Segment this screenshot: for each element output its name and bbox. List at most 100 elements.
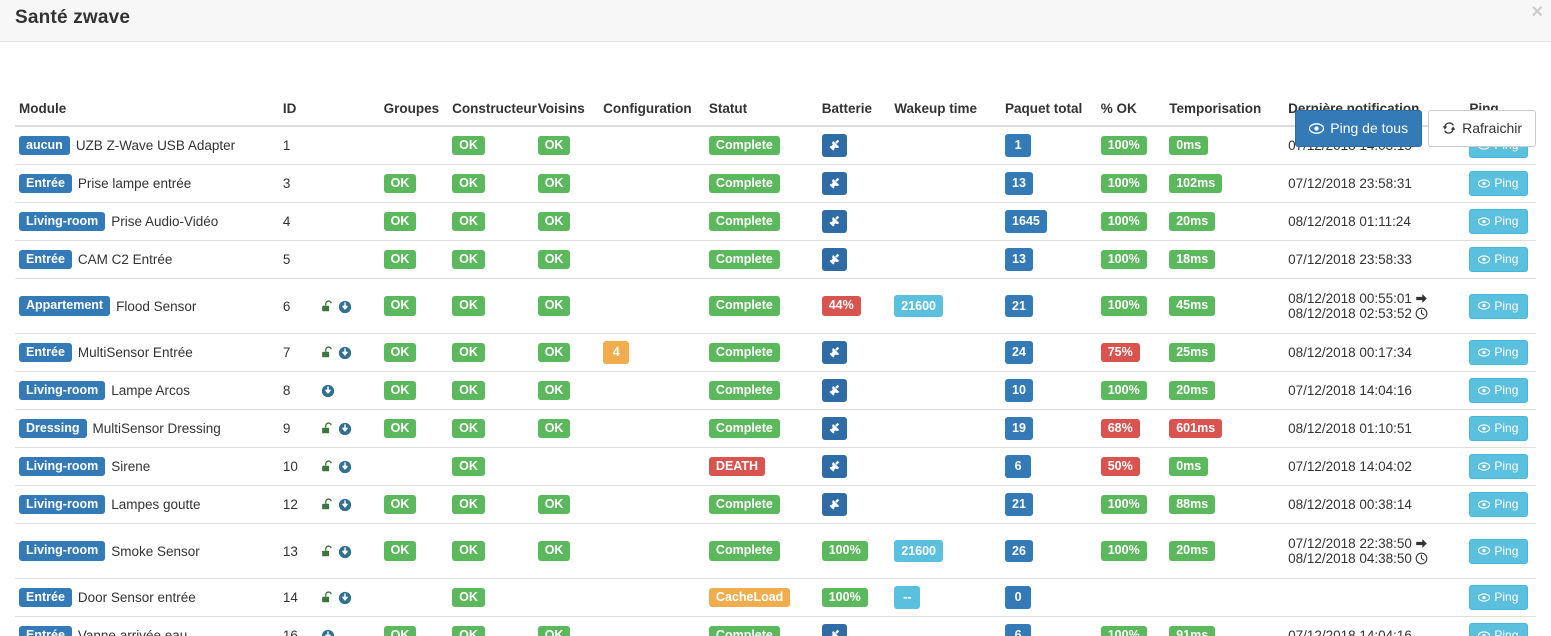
unlock-icon[interactable] — [321, 459, 338, 474]
cell-derniere-notification: 08/12/2018 00:38:14 — [1284, 485, 1466, 524]
cell-paquet-total-badge: 0 — [1005, 586, 1032, 609]
cell-derniere-notification: 08/12/2018 01:10:51 — [1284, 409, 1466, 448]
cell-paquet-total: 13 — [1001, 240, 1097, 279]
column-header-wakeup-time: Wakeup time — [890, 95, 1002, 127]
cell-derniere-notification: 07/12/2018 22:38:50 08/12/2018 04:38:50 — [1284, 523, 1466, 579]
cell-constructeur-badge: OK — [452, 541, 485, 561]
unlock-icon[interactable] — [321, 421, 338, 436]
cell-groupes-badge: OK — [383, 494, 417, 515]
eye-icon — [1478, 301, 1491, 310]
cell-voisins-badge: OK — [537, 625, 571, 636]
cell-constructeur: OK — [448, 578, 534, 617]
cell-groupes-badge: OK — [383, 380, 417, 401]
cell-id: 8 — [278, 371, 318, 410]
circle-arrow-down-icon[interactable] — [338, 459, 355, 474]
unlock-icon[interactable] — [321, 345, 338, 360]
unlock-icon[interactable] — [321, 497, 338, 512]
ping-button[interactable]: Ping — [1469, 492, 1529, 517]
plug-icon — [829, 499, 839, 510]
column-header-voisins: Voisins — [533, 95, 600, 127]
cell-configuration — [599, 125, 705, 165]
cell-groupes-badge: OK — [383, 342, 417, 363]
cell-constructeur: OK — [448, 240, 534, 279]
ping-button-label: Ping — [1494, 459, 1519, 473]
circle-arrow-down-icon[interactable] — [338, 590, 355, 605]
ping-all-label: Ping de tous — [1330, 120, 1409, 136]
cell-module: Living-room Lampes goutte — [15, 485, 279, 524]
circle-arrow-down-icon — [339, 545, 352, 558]
circle-arrow-down-icon[interactable] — [338, 345, 355, 360]
ping-button[interactable]: Ping — [1469, 416, 1529, 441]
circle-arrow-down-icon[interactable] — [321, 383, 338, 398]
cell-voisins-badge: OK — [537, 135, 571, 156]
cell-batterie — [817, 485, 891, 524]
ping-all-button[interactable]: Ping de tous — [1295, 110, 1423, 147]
cell-module-icons — [317, 240, 380, 279]
toolbar: Ping de tous Rafraichir — [1295, 110, 1536, 147]
next-wakeup-date: 08/12/2018 02:53:52 — [1288, 306, 1461, 321]
cell-module: Living-room Sirene — [15, 447, 279, 486]
cell-temporisation-badge: 91ms — [1169, 625, 1216, 636]
unlock-icon[interactable] — [321, 543, 338, 558]
circle-arrow-down-icon[interactable] — [338, 543, 355, 558]
room-badge: Entrée — [19, 342, 72, 363]
unlock-icon — [322, 300, 333, 311]
ping-button[interactable]: Ping — [1469, 247, 1529, 272]
notification-date: 07/12/2018 14:04:16 — [1288, 383, 1412, 398]
cell-statut-badge: Complete — [708, 173, 780, 194]
cell-constructeur: OK — [448, 371, 534, 410]
cell-temporisation: 0ms — [1165, 447, 1285, 486]
cell-temporisation: 18ms — [1165, 240, 1285, 279]
unlock-icon — [322, 498, 333, 510]
circle-arrow-down-icon[interactable] — [338, 497, 355, 512]
plug-icon — [829, 385, 839, 396]
cell-voisins-badge: OK — [537, 211, 571, 232]
unlock-icon — [322, 422, 333, 434]
ping-button[interactable]: Ping — [1469, 209, 1529, 234]
cell-constructeur-badge: OK — [452, 211, 485, 232]
cell-id: 1 — [278, 125, 318, 165]
ping-button[interactable]: Ping — [1469, 454, 1529, 479]
close-icon[interactable]: × — [1531, 2, 1543, 22]
circle-arrow-down-icon[interactable] — [321, 628, 338, 636]
unlock-icon — [322, 545, 333, 556]
ping-button[interactable]: Ping — [1469, 340, 1529, 365]
cell-batterie — [817, 409, 891, 448]
cell-wakeup-time — [890, 333, 1002, 372]
unlock-icon[interactable] — [321, 298, 338, 313]
arrow-right-icon — [1416, 539, 1427, 548]
cell-constructeur-badge: OK — [452, 296, 485, 316]
ping-button[interactable]: Ping — [1469, 293, 1529, 319]
room-badge: Living-room — [19, 494, 106, 515]
plug-icon — [821, 455, 847, 478]
cell-temporisation: 88ms — [1165, 485, 1285, 524]
plug-icon — [821, 172, 847, 195]
cell-paquet-total-badge: 1 — [1005, 134, 1032, 157]
ping-button[interactable]: Ping — [1469, 585, 1529, 610]
module-name: Smoke Sensor — [111, 543, 200, 559]
cell-voisins: OK — [533, 164, 600, 203]
cell-wakeup-time — [890, 485, 1002, 524]
module-name: Sirene — [111, 459, 151, 474]
cell-pct-ok: 100% — [1096, 202, 1166, 241]
ping-button-label: Ping — [1494, 421, 1519, 435]
notification-date: 07/12/2018 14:04:02 — [1288, 459, 1412, 474]
unlock-icon[interactable] — [321, 590, 338, 605]
ping-button[interactable]: Ping — [1469, 538, 1529, 564]
cell-derniere-notification: 08/12/2018 00:17:34 — [1284, 333, 1466, 372]
circle-arrow-down-icon — [339, 499, 352, 512]
modal-body: Ping de tous Rafraichir Module ID Groupe… — [0, 95, 1551, 636]
ping-button[interactable]: Ping — [1469, 623, 1529, 636]
circle-arrow-down-icon[interactable] — [338, 298, 355, 313]
ping-button[interactable]: Ping — [1469, 171, 1529, 196]
ping-button[interactable]: Ping — [1469, 378, 1529, 403]
table-row: Entrée Vanne arrivée eau 16 OK OK OK Complete 6… — [15, 616, 1536, 636]
cell-id: 14 — [278, 578, 318, 617]
refresh-button[interactable]: Rafraichir — [1428, 110, 1536, 147]
room-badge: Entrée — [19, 625, 72, 636]
circle-arrow-down-icon[interactable] — [338, 421, 355, 436]
cell-constructeur: OK — [448, 202, 534, 241]
plug-icon — [829, 216, 839, 227]
refresh-icon — [1442, 121, 1456, 135]
room-badge: aucun — [19, 135, 70, 156]
